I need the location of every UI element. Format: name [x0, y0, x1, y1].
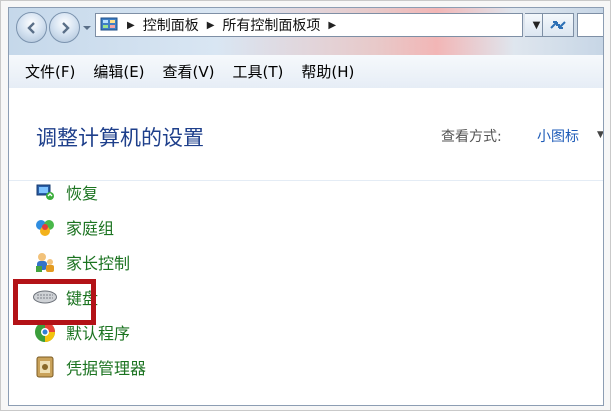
recovery-icon — [33, 180, 57, 204]
breadcrumb-separator-icon[interactable]: ▶ — [207, 20, 215, 31]
breadcrumb-separator-icon[interactable]: ▶ — [127, 20, 135, 31]
list-item-recovery[interactable]: 恢复 — [33, 179, 98, 205]
menu-bar: 文件(F) 编辑(E) 查看(V) 工具(T) 帮助(H) — [9, 55, 603, 89]
back-button[interactable] — [16, 12, 47, 43]
control-panel-window: ▶ 控制面板 ▶ 所有控制面板项 ▶ ▼ 文件(F) 编辑(E) 查看(V) 工… — [8, 7, 604, 406]
breadcrumb-control-panel[interactable]: 控制面板 — [143, 15, 199, 35]
forward-arrow-icon — [61, 21, 70, 34]
screenshot-frame: ▶ 控制面板 ▶ 所有控制面板项 ▶ ▼ 文件(F) 编辑(E) 查看(V) 工… — [0, 0, 611, 411]
menu-edit[interactable]: 编辑(E) — [93, 61, 144, 82]
forward-button[interactable] — [49, 12, 80, 43]
back-arrow-icon — [26, 21, 35, 34]
breadcrumb-all-items[interactable]: 所有控制面板项 — [222, 15, 320, 35]
refresh-icon — [550, 21, 566, 29]
list-item-homegroup[interactable]: 家庭组 — [33, 214, 114, 240]
recent-pages-dropdown-icon[interactable] — [82, 24, 92, 32]
page-title: 调整计算机的设置 — [36, 126, 204, 150]
item-label: 家庭组 — [66, 219, 115, 238]
keyboard-highlight-box — [13, 279, 96, 325]
item-label: 恢复 — [66, 184, 99, 203]
content-header: 调整计算机的设置 查看方式: 小图标 ▼ — [9, 88, 603, 181]
menu-view[interactable]: 查看(V) — [163, 61, 215, 82]
item-label: 家长控制 — [66, 254, 131, 273]
view-by-dropdown[interactable]: 小图标 — [537, 126, 579, 146]
menu-help[interactable]: 帮助(H) — [301, 61, 354, 82]
chevron-down-icon[interactable]: ▼ — [597, 130, 603, 140]
item-label: 凭据管理器 — [66, 359, 147, 378]
parental-controls-icon — [33, 250, 57, 274]
breadcrumb-separator-icon[interactable]: ▶ — [328, 20, 336, 31]
view-by-label: 查看方式: — [441, 129, 502, 145]
homegroup-icon — [33, 215, 57, 239]
control-panel-items: 恢复 家庭组 家长控制 键盘 默认程序 凭据管理器 — [9, 179, 603, 405]
list-item-credential-manager[interactable]: 凭据管理器 — [33, 354, 146, 380]
refresh-button[interactable] — [542, 13, 574, 37]
chevron-down-icon: ▼ — [532, 19, 541, 31]
search-input[interactable] — [577, 13, 603, 37]
menu-file[interactable]: 文件(F) — [25, 61, 75, 82]
navigation-bar: ▶ 控制面板 ▶ 所有控制面板项 ▶ ▼ — [9, 8, 603, 56]
control-panel-icon — [99, 16, 119, 34]
credential-manager-icon — [33, 355, 57, 379]
menu-tools[interactable]: 工具(T) — [233, 61, 284, 82]
address-bar[interactable]: ▶ 控制面板 ▶ 所有控制面板项 ▶ — [95, 13, 523, 37]
list-item-parental-controls[interactable]: 家长控制 — [33, 249, 130, 275]
